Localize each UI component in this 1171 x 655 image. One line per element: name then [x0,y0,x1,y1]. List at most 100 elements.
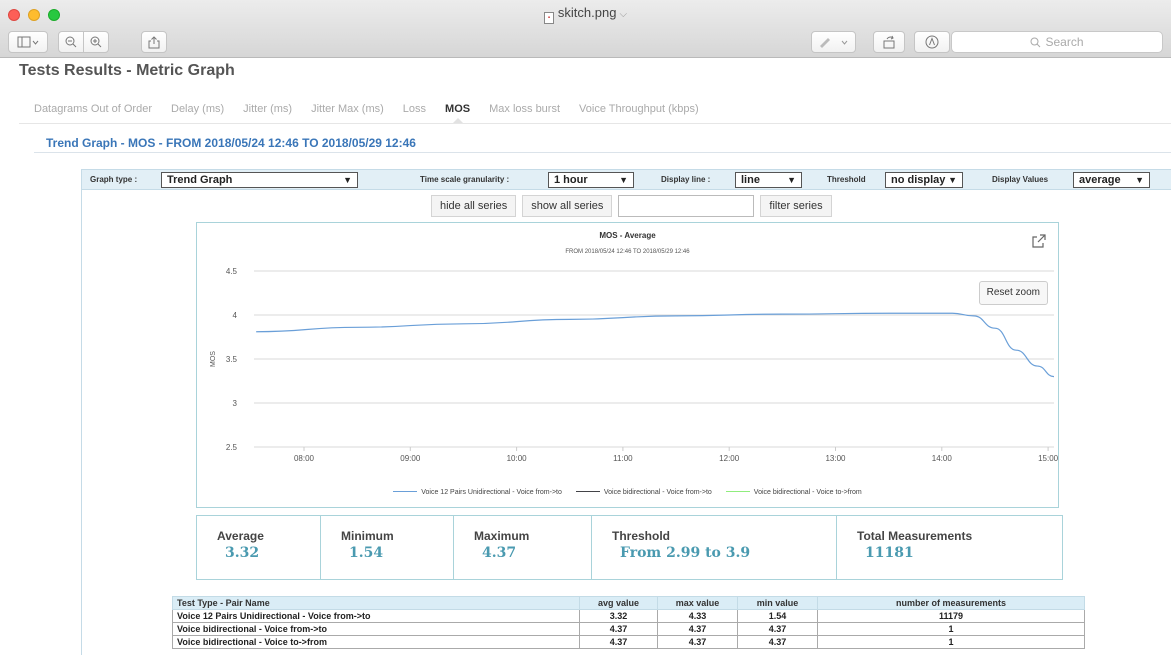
table-cell: Voice bidirectional - Voice to->from [172,635,580,649]
x-tick-label: 11:00 [613,454,633,463]
x-tick-label: 14:00 [932,454,953,463]
column-header[interactable]: Test Type - Pair Name [172,596,580,610]
markup-toolbar-button[interactable] [914,31,950,53]
legend-label: Voice bidirectional - Voice to->from [753,489,862,496]
sidebar-toggle-button[interactable] [8,31,48,53]
window-title-text: skitch.png [557,5,617,20]
stat-total-measurements: Total Measurements 11181 [837,516,1062,579]
column-header[interactable]: number of measurements [817,596,1085,610]
table-cell: 3.32 [579,609,658,623]
graph-type-value: Trend Graph [167,174,233,186]
dropdown-arrow-icon: ▼ [787,175,796,185]
zoom-in-icon [90,36,102,48]
search-input[interactable]: Search [951,31,1163,53]
tab-loss[interactable]: Loss [403,103,426,115]
threshold-select[interactable]: no display ▼ [885,172,963,188]
share-button[interactable] [141,31,167,53]
tab-voice-throughput[interactable]: Voice Throughput (kbps) [579,103,699,115]
chart-legend: Voice 12 Pairs Unidirectional - Voice fr… [197,489,1058,496]
legend-label: Voice bidirectional - Voice from->to [603,489,712,496]
zoom-in-button[interactable] [83,31,109,53]
stat-label: Total Measurements [857,529,973,543]
graph-type-label: Graph type : [90,175,138,184]
legend-item-series-2[interactable]: Voice bidirectional - Voice from->to [575,489,712,496]
stat-maximum: Maximum 4.37 [454,516,592,579]
display-values-select[interactable]: average ▼ [1073,172,1150,188]
threshold-value: no display [891,174,946,186]
graph-type-select[interactable]: Trend Graph ▼ [161,172,358,188]
column-header[interactable]: max value [657,596,738,610]
column-header[interactable]: min value [737,596,818,610]
pen-icon [819,38,847,48]
table-cell: 4.37 [579,622,658,636]
stat-threshold: Threshold From 2.99 to 3.9 [592,516,837,579]
show-all-series-button[interactable]: show all series [522,195,613,217]
reset-zoom-button[interactable]: Reset zoom [978,281,1048,305]
tab-delay[interactable]: Delay (ms) [171,103,224,115]
table-cell: Voice 12 Pairs Unidirectional - Voice fr… [172,609,580,623]
table-cell: 1.54 [737,609,818,623]
y-axis-label: MOS [210,351,217,367]
dropdown-arrow-icon: ▼ [948,175,957,185]
stat-label: Maximum [474,529,530,543]
table-header-row: Test Type - Pair Name avg value max valu… [172,596,1085,610]
window-titlebar: ▪ skitch.png ⌵ Search [0,0,1171,58]
stat-value: 4.37 [482,545,517,561]
display-line-select[interactable]: line ▼ [735,172,802,188]
legend-swatch [575,491,600,492]
column-header[interactable]: avg value [579,596,658,610]
table-cell: 1 [817,635,1085,649]
table-cell: 4.37 [737,622,818,636]
table-cell: 4.37 [579,635,658,649]
series-line-1 [256,312,1055,378]
display-line-label: Display line : [661,175,711,184]
x-tick-label: 08:00 [294,454,315,463]
y-tick-label: 3 [233,399,238,408]
png-file-icon: ▪ [543,12,554,24]
display-line-value: line [741,174,760,186]
stat-minimum: Minimum 1.54 [321,516,454,579]
hide-all-series-button[interactable]: hide all series [431,195,517,217]
rotate-icon [883,35,895,49]
table-cell: 4.37 [737,635,818,649]
stats-summary: Average 3.32 Minimum 1.54 Maximum 4.37 T… [196,515,1063,580]
zoom-out-button[interactable] [58,31,84,53]
x-tick-label: 09:00 [400,454,421,463]
stat-label: Average [217,529,264,543]
rotate-button[interactable] [873,31,905,53]
search-icon [1030,37,1041,47]
threshold-label: Threshold [827,175,866,184]
tabs-divider [19,123,1171,124]
table-cell: 4.37 [657,635,738,649]
time-scale-select[interactable]: 1 hour ▼ [548,172,634,188]
stat-label: Threshold [612,529,671,543]
tab-max-loss-burst[interactable]: Max loss burst [489,103,560,115]
table-cell: 1 [817,622,1085,636]
window-title[interactable]: ▪ skitch.png ⌵ [0,5,1171,24]
y-tick-label: 4 [233,311,238,320]
time-scale-value: 1 hour [554,174,588,186]
legend-item-series-3[interactable]: Voice bidirectional - Voice to->from [725,489,862,496]
chart-plot-area[interactable]: 4.5 4 3.5 3 2.5 MOS 08:00 09:00 10:00 11:00 12:00 1… [197,223,1060,509]
stat-average: Average 3.32 [197,516,321,579]
zoom-out-icon [65,36,77,48]
filter-series-button[interactable]: filter series [760,195,832,217]
table-cell: 4.33 [657,609,738,623]
stat-value: 11181 [865,545,914,561]
stat-label: Minimum [341,529,394,543]
tab-datagrams-out-of-order[interactable]: Datagrams Out of Order [34,103,152,115]
table-row: Voice bidirectional - Voice to->from 4.3… [172,635,1085,649]
dropdown-arrow-icon: ▼ [1135,175,1144,185]
page-title: Tests Results - Metric Graph [19,62,235,79]
search-placeholder: Search [1045,35,1084,49]
series-buttons: hide all series show all series filter s… [431,195,832,217]
tab-jitter-max[interactable]: Jitter Max (ms) [311,103,384,115]
tab-jitter[interactable]: Jitter (ms) [243,103,292,115]
filter-series-input[interactable] [618,195,755,217]
dropdown-arrow-icon: ▼ [343,175,352,185]
stat-value: 3.32 [225,545,260,561]
legend-item-series-1[interactable]: Voice 12 Pairs Unidirectional - Voice fr… [393,489,562,496]
tab-mos[interactable]: MOS [445,103,470,124]
mos-chart: MOS - Average FROM 2018/05/24 12:46 TO 2… [196,222,1059,508]
markup-button[interactable] [811,31,856,53]
